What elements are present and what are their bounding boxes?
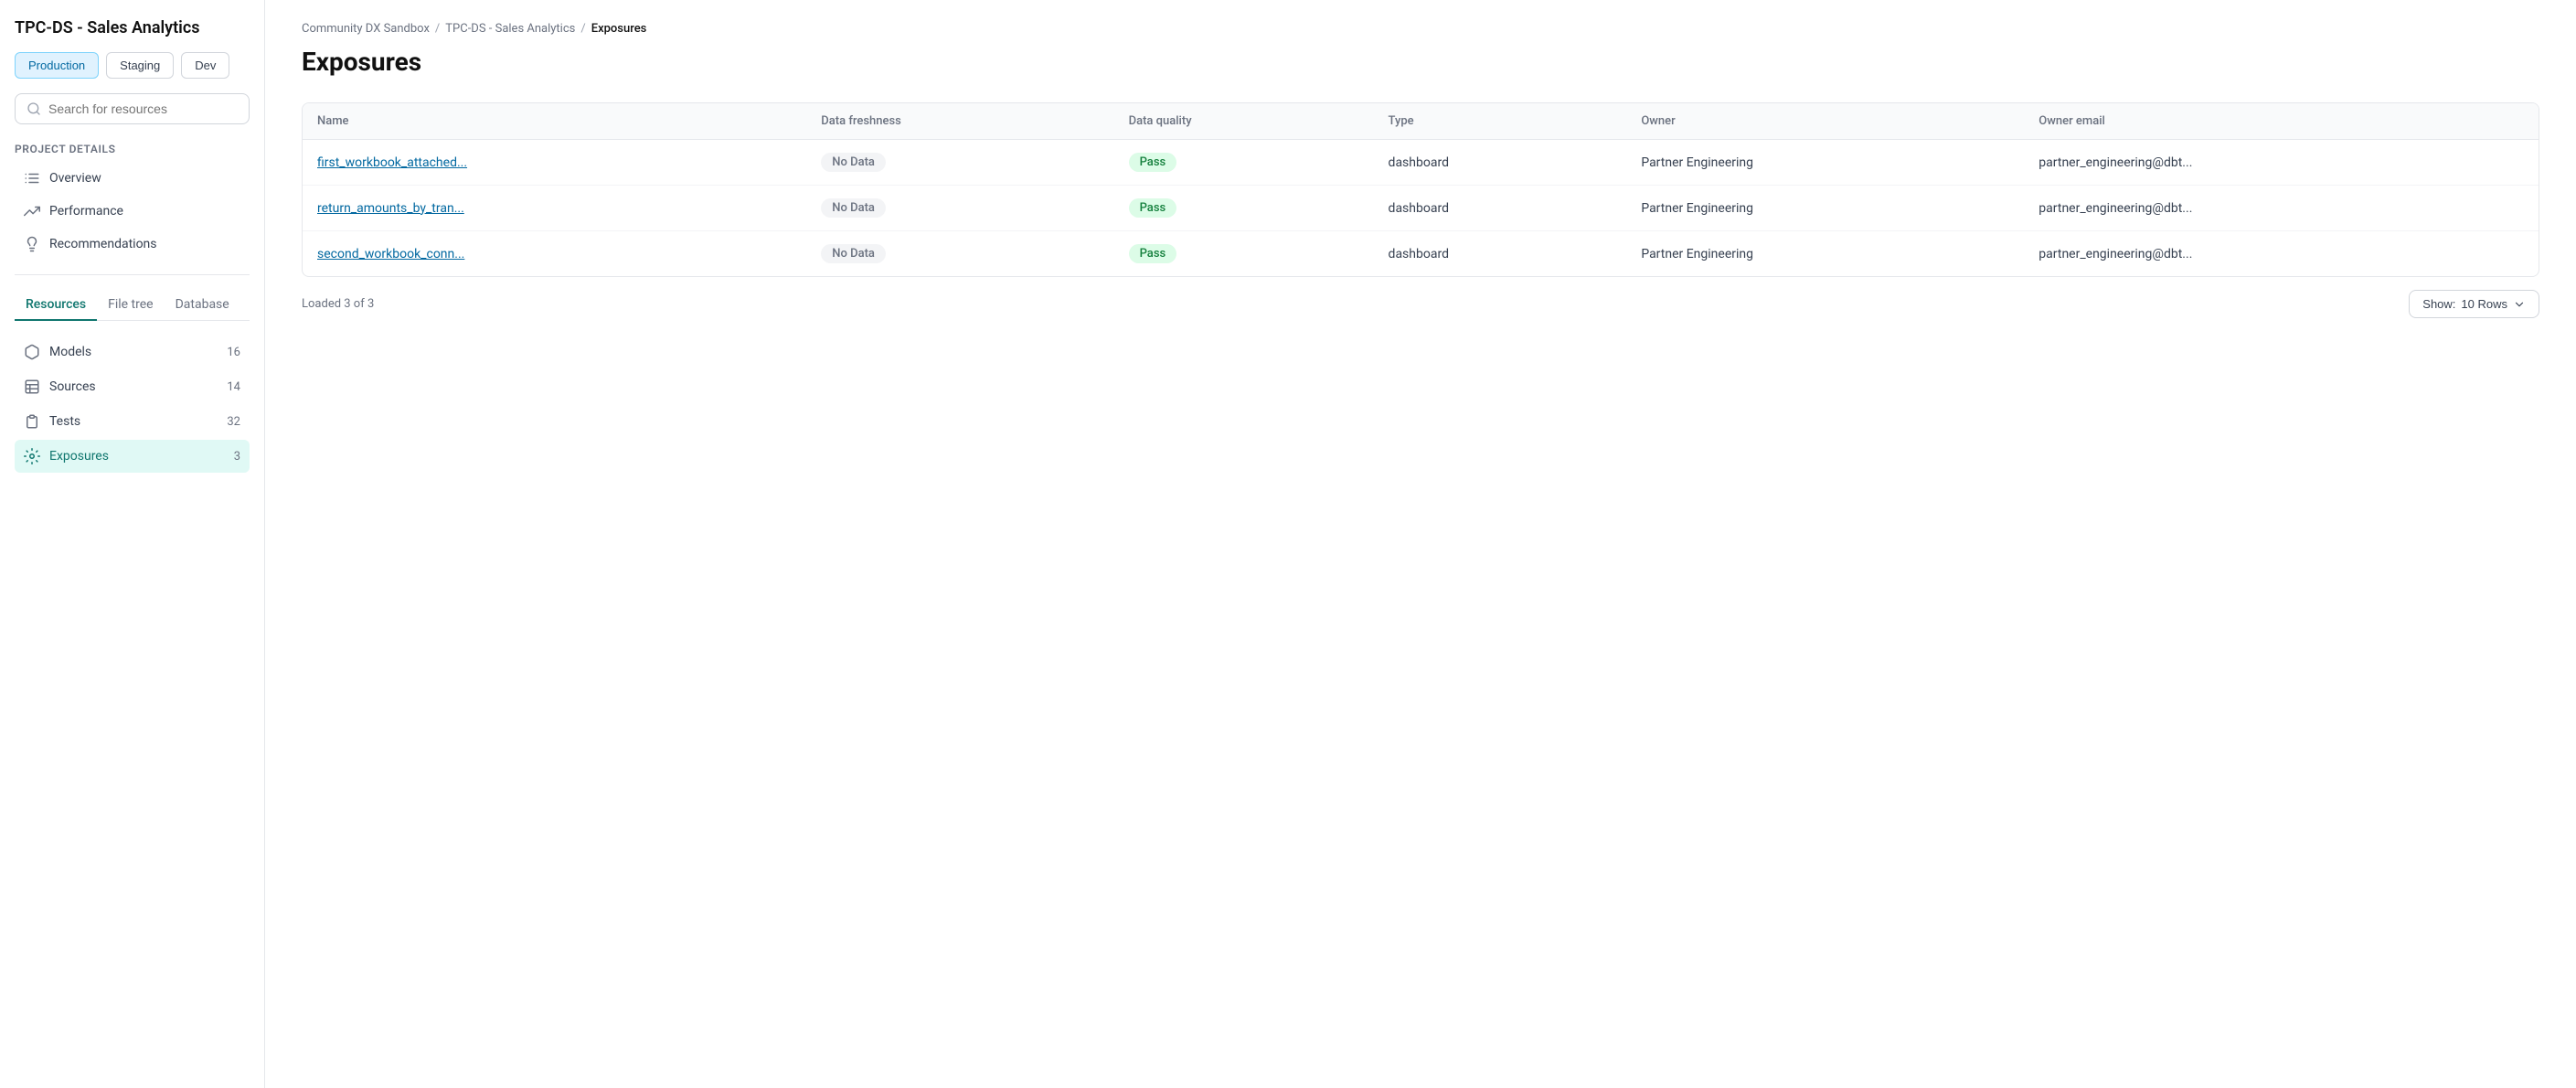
breadcrumb-community[interactable]: Community DX Sandbox: [302, 22, 430, 36]
row-3-type: dashboard: [1374, 231, 1627, 277]
nav-item-performance-label: Performance: [49, 204, 123, 219]
main-content: Community DX Sandbox / TPC-DS - Sales An…: [265, 0, 2576, 1088]
cube-icon: [24, 344, 40, 360]
col-name: Name: [303, 103, 806, 140]
col-data-quality: Data quality: [1114, 103, 1374, 140]
resource-exposures-label: Exposures: [49, 449, 109, 464]
row-1-owner: Partner Engineering: [1626, 140, 2024, 186]
nav-item-performance[interactable]: Performance: [15, 196, 250, 227]
row-2-type: dashboard: [1374, 186, 1627, 231]
col-data-freshness: Data freshness: [806, 103, 1113, 140]
row-1-freshness: No Data: [821, 153, 886, 172]
exposures-table-container: Name Data freshness Data quality Type Ow…: [302, 102, 2539, 277]
resource-item-exposures[interactable]: Exposures 3: [15, 440, 250, 473]
chart-icon: [24, 203, 40, 219]
table-row: return_amounts_by_tran... No Data Pass d…: [303, 186, 2539, 231]
row-2-quality: Pass: [1129, 198, 1177, 218]
loaded-count: Loaded 3 of 3: [302, 297, 374, 311]
sidebar-divider: [15, 274, 250, 275]
col-owner: Owner: [1626, 103, 2024, 140]
nav-item-recommendations-label: Recommendations: [49, 237, 157, 251]
row-1-email: partner_engineering@dbt...: [2024, 140, 2539, 186]
tab-resources[interactable]: Resources: [15, 290, 97, 321]
row-3-freshness: No Data: [821, 244, 886, 263]
table-header: Name Data freshness Data quality Type Ow…: [303, 103, 2539, 140]
show-rows-label: Show:: [2422, 297, 2455, 311]
project-details-label: Project details: [15, 143, 250, 155]
sidebar: TPC-DS - Sales Analytics Production Stag…: [0, 0, 265, 1088]
resource-models-label: Models: [49, 345, 91, 359]
resource-sources-count: 14: [227, 380, 240, 394]
show-rows-button[interactable]: Show: 10 Rows: [2409, 290, 2539, 318]
breadcrumb-current: Exposures: [591, 22, 647, 36]
resource-item-models[interactable]: Models 16: [15, 336, 250, 368]
app-layout: TPC-DS - Sales Analytics Production Stag…: [0, 0, 2576, 1088]
search-box: [15, 93, 250, 124]
list-icon: [24, 170, 40, 187]
col-owner-email: Owner email: [2024, 103, 2539, 140]
row-2-name[interactable]: return_amounts_by_tran...: [317, 201, 464, 216]
resource-item-sources[interactable]: Sources 14: [15, 370, 250, 403]
resource-item-tests[interactable]: Tests 32: [15, 405, 250, 438]
table-footer: Loaded 3 of 3 Show: 10 Rows: [302, 277, 2539, 331]
row-3-name[interactable]: second_workbook_conn...: [317, 247, 464, 261]
row-2-email: partner_engineering@dbt...: [2024, 186, 2539, 231]
env-tab-production[interactable]: Production: [15, 52, 99, 79]
resource-tests-count: 32: [227, 415, 240, 429]
page-title: Exposures: [302, 47, 2539, 77]
tab-file-tree[interactable]: File tree: [97, 290, 165, 321]
nav-item-overview[interactable]: Overview: [15, 163, 250, 194]
search-icon: [27, 101, 41, 116]
nav-item-recommendations[interactable]: Recommendations: [15, 229, 250, 260]
row-3-owner: Partner Engineering: [1626, 231, 2024, 277]
resource-sources-label: Sources: [49, 379, 96, 394]
breadcrumb-sep-2: /: [580, 22, 585, 36]
breadcrumb-project[interactable]: TPC-DS - Sales Analytics: [445, 22, 575, 36]
resource-tabs: Resources File tree Database: [15, 290, 250, 321]
clipboard-icon: [24, 413, 40, 430]
nav-item-overview-label: Overview: [49, 171, 101, 186]
exposure-icon: [24, 448, 40, 464]
exposures-table: Name Data freshness Data quality Type Ow…: [303, 103, 2539, 276]
breadcrumb-sep-1: /: [435, 22, 440, 36]
table-icon: [24, 379, 40, 395]
tab-database[interactable]: Database: [165, 290, 240, 321]
row-2-owner: Partner Engineering: [1626, 186, 2024, 231]
chevron-down-icon: [2513, 298, 2526, 311]
breadcrumb: Community DX Sandbox / TPC-DS - Sales An…: [302, 22, 2539, 36]
row-1-quality: Pass: [1129, 153, 1177, 172]
row-3-email: partner_engineering@dbt...: [2024, 231, 2539, 277]
row-1-name[interactable]: first_workbook_attached...: [317, 155, 467, 170]
show-rows-value: 10 Rows: [2461, 297, 2507, 311]
table-row: second_workbook_conn... No Data Pass das…: [303, 231, 2539, 277]
table-body: first_workbook_attached... No Data Pass …: [303, 140, 2539, 277]
resource-models-count: 16: [227, 346, 240, 359]
col-type: Type: [1374, 103, 1627, 140]
resource-exposures-count: 3: [234, 450, 240, 464]
env-tab-dev[interactable]: Dev: [181, 52, 229, 79]
env-tab-group: Production Staging Dev: [15, 52, 250, 79]
app-title: TPC-DS - Sales Analytics: [15, 18, 250, 37]
lightbulb-icon: [24, 236, 40, 252]
env-tab-staging[interactable]: Staging: [106, 52, 174, 79]
search-input[interactable]: [48, 101, 238, 116]
row-1-type: dashboard: [1374, 140, 1627, 186]
row-2-freshness: No Data: [821, 198, 886, 218]
table-row: first_workbook_attached... No Data Pass …: [303, 140, 2539, 186]
row-3-quality: Pass: [1129, 244, 1177, 263]
resource-tests-label: Tests: [49, 414, 80, 429]
